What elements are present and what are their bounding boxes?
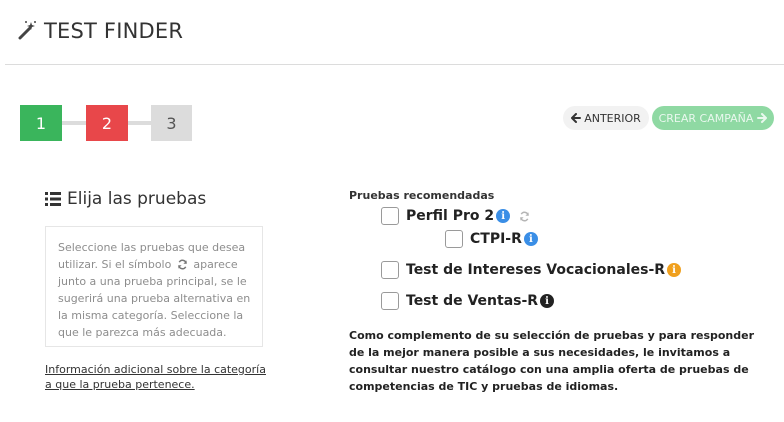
test-item-perfil-pro-2: Perfil Pro 2 i bbox=[381, 207, 530, 225]
create-campaign-button[interactable]: CREAR CAMPAÑA bbox=[652, 106, 774, 130]
step-2[interactable]: 2 bbox=[86, 105, 128, 141]
catalog-note: Como complemento de su selección de prue… bbox=[349, 329, 755, 393]
alternative-refresh-icon[interactable] bbox=[519, 211, 530, 222]
test-item-ventas-r: Test de Ventas-R i bbox=[381, 292, 555, 310]
step-3[interactable]: 3 bbox=[151, 105, 192, 141]
checkbox[interactable] bbox=[381, 261, 399, 279]
arrow-left-icon bbox=[571, 113, 582, 123]
test-item-ctpi-r: CTPI-R i bbox=[445, 230, 538, 248]
section-title: Elija las pruebas bbox=[45, 189, 206, 209]
arrow-right-icon bbox=[757, 113, 768, 123]
step-1[interactable]: 1 bbox=[20, 105, 62, 141]
info-icon[interactable]: i bbox=[496, 209, 511, 223]
category-info-link[interactable]: Información adicional sobre la categoría… bbox=[45, 362, 270, 392]
info-icon[interactable]: i bbox=[523, 232, 538, 246]
section-title-text: Elija las pruebas bbox=[67, 189, 207, 209]
test-name: Test de Ventas-R bbox=[406, 293, 539, 309]
checkbox[interactable] bbox=[381, 207, 399, 225]
list-icon bbox=[45, 192, 61, 206]
info-icon[interactable]: i bbox=[667, 263, 682, 277]
checkbox[interactable] bbox=[445, 230, 463, 248]
magic-wand-icon bbox=[18, 21, 36, 40]
help-box: Seleccione las pruebas que desea utiliza… bbox=[45, 226, 263, 347]
recommended-tests-label: Pruebas recomendadas bbox=[349, 189, 495, 202]
checkbox[interactable] bbox=[381, 292, 399, 310]
page-title: TEST FINDER bbox=[44, 19, 184, 43]
header-divider bbox=[5, 64, 784, 65]
step-connector bbox=[128, 121, 151, 125]
test-name: Test de Intereses Vocacionales-R bbox=[406, 262, 666, 278]
page-header: TEST FINDER bbox=[0, 0, 784, 64]
test-item-intereses-vocacionales: Test de Intereses Vocacionales-R i bbox=[381, 261, 682, 279]
test-name: CTPI-R bbox=[470, 231, 522, 247]
test-name: Perfil Pro 2 bbox=[406, 208, 495, 224]
refresh-icon bbox=[177, 259, 187, 270]
create-campaign-label: CREAR CAMPAÑA bbox=[658, 111, 754, 125]
step-connector bbox=[62, 121, 86, 125]
info-icon[interactable]: i bbox=[540, 294, 555, 308]
previous-button-label: ANTERIOR bbox=[584, 111, 641, 125]
previous-button[interactable]: ANTERIOR bbox=[563, 106, 649, 130]
